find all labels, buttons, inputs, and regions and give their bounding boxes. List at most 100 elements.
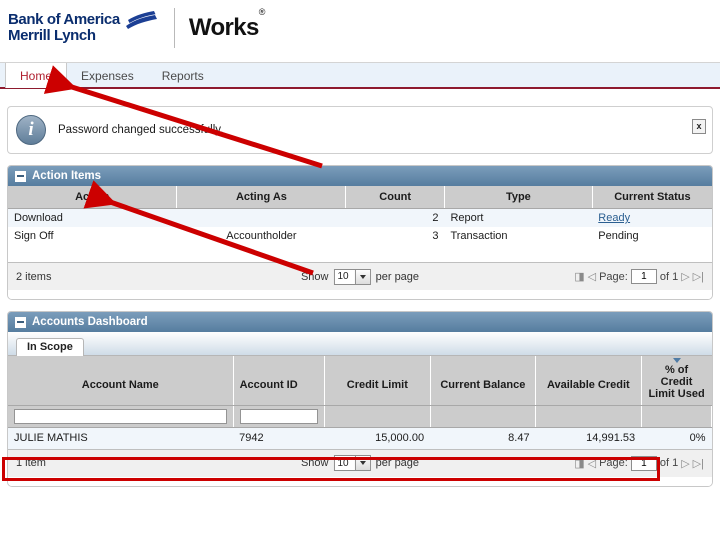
chevron-down-icon[interactable] xyxy=(354,269,370,284)
action-items-pager: ◨ ◁ Page: of 1 ▷ ▷| xyxy=(574,269,704,284)
column-header-action[interactable]: Action xyxy=(8,186,178,209)
cell-current-balance: 8.47 xyxy=(430,427,536,449)
minus-icon[interactable] xyxy=(15,316,26,328)
accounts-header-row: Account Name Account ID Credit Limit Cur… xyxy=(8,356,712,406)
accounts-dashboard-panel: Accounts Dashboard In Scope Account Name… xyxy=(7,311,713,487)
per-page-label: per page xyxy=(375,270,420,283)
tab-in-scope[interactable]: In Scope xyxy=(16,338,84,356)
last-page-icon[interactable]: ▷| xyxy=(693,457,704,470)
cell-action: Sign Off xyxy=(8,227,177,245)
accounts-dashboard-title: Accounts Dashboard xyxy=(32,316,148,328)
accounts-dashboard-header[interactable]: Accounts Dashboard xyxy=(8,312,712,332)
cell-available-credit: 14,991.53 xyxy=(535,427,642,449)
table-filler-row xyxy=(8,245,712,262)
column-header-account-name[interactable]: Account Name xyxy=(8,356,234,406)
next-page-icon[interactable]: ▷ xyxy=(681,457,689,470)
info-icon: i xyxy=(16,115,46,145)
column-header-acting-as[interactable]: Acting As xyxy=(176,186,347,209)
content-area: i Password changed successfully. x Actio… xyxy=(0,89,720,487)
table-row[interactable]: JULIE MATHIS 7942 15,000.00 8.47 14,991.… xyxy=(8,427,712,449)
filter-cell-pct-limit-used xyxy=(641,405,712,428)
cell-acting-as xyxy=(176,208,346,227)
nav-tab-home[interactable]: Home xyxy=(5,63,68,88)
table-row[interactable]: Sign Off Accountholder 3 Transaction Pen… xyxy=(8,227,712,245)
action-items-footer: 2 items Show 10 per page ◨ ◁ Page: of 1 … xyxy=(8,262,712,290)
accounts-filter-row xyxy=(8,405,712,428)
nav-tab-reports[interactable]: Reports xyxy=(148,63,218,88)
cell-pct-limit-used: 0% xyxy=(641,427,712,449)
table-row[interactable]: Download 2 Report Ready xyxy=(8,208,712,227)
action-items-count: 2 items xyxy=(16,270,52,283)
filter-cell-account-name xyxy=(8,405,234,428)
action-items-title: Action Items xyxy=(32,170,102,182)
next-page-icon[interactable]: ▷ xyxy=(681,270,689,283)
cell-type: Transaction xyxy=(444,227,593,245)
first-page-icon[interactable]: ◨ xyxy=(574,457,584,470)
main-navigation: Home Expenses Reports xyxy=(0,62,720,89)
account-name-filter-input[interactable] xyxy=(14,409,227,424)
masthead: Bank of America Merrill Lynch Works® xyxy=(0,0,720,62)
column-header-credit-limit[interactable]: Credit Limit xyxy=(324,356,431,406)
filter-cell-credit-limit xyxy=(324,405,431,428)
prev-page-icon[interactable]: ◁ xyxy=(588,270,596,283)
page-label: Page: xyxy=(599,270,628,283)
accounts-per-page: Show 10 per page xyxy=(301,455,419,471)
action-items-header[interactable]: Action Items xyxy=(8,166,712,186)
column-header-account-id[interactable]: Account ID xyxy=(233,356,326,406)
show-label: Show xyxy=(300,270,329,283)
account-id-filter-input[interactable] xyxy=(239,409,319,424)
column-header-available-credit[interactable]: Available Credit xyxy=(535,356,642,406)
action-items-panel: Action Items Action Acting As Count Type… xyxy=(7,165,713,300)
page-total-label: of 1 xyxy=(659,270,679,283)
brand-logo: Bank of America Merrill Lynch Works® xyxy=(8,0,720,48)
action-items-table: Action Acting As Count Type Current Stat… xyxy=(8,186,712,262)
pct-limit-used-label: % of Credit Limit Used xyxy=(648,364,705,400)
cell-acting-as: Accountholder xyxy=(176,227,346,245)
cell-count: 3 xyxy=(345,227,445,245)
last-page-icon[interactable]: ▷| xyxy=(693,270,704,283)
accounts-dashboard-footer: 1 item Show 10 per page ◨ ◁ Page: of 1 ▷ xyxy=(8,448,712,477)
bank-of-america-logo: Bank of America Merrill Lynch xyxy=(8,11,158,44)
action-items-per-page: Show 10 per page xyxy=(300,268,420,285)
prev-page-icon[interactable]: ◁ xyxy=(588,457,596,470)
accounts-scope-tabstrip: In Scope xyxy=(8,332,712,356)
sort-descending-icon xyxy=(672,358,681,363)
per-page-value: 10 xyxy=(337,457,349,469)
works-product-name: Works® xyxy=(189,7,266,42)
notification-message: Password changed successfully. xyxy=(58,124,224,136)
column-header-count[interactable]: Count xyxy=(345,186,445,209)
notification-banner: i Password changed successfully. x xyxy=(7,106,713,154)
column-header-current-status[interactable]: Current Status xyxy=(592,186,712,209)
accounts-items-count: 1 item xyxy=(16,457,46,469)
table-empty-space xyxy=(8,245,712,262)
minus-icon[interactable] xyxy=(15,170,26,182)
filter-cell-current-balance xyxy=(430,405,537,428)
action-items-header-row: Action Acting As Count Type Current Stat… xyxy=(8,186,712,209)
per-page-select[interactable]: 10 xyxy=(333,268,371,285)
column-header-type[interactable]: Type xyxy=(444,186,593,209)
panel-bottom-fill xyxy=(8,476,712,486)
accounts-dashboard-table: Account Name Account ID Credit Limit Cur… xyxy=(8,356,712,449)
chevron-down-icon[interactable] xyxy=(354,456,370,470)
close-icon[interactable]: x xyxy=(692,119,706,134)
works-registered-mark: ® xyxy=(258,7,266,17)
bank-name-line-2: Merrill Lynch xyxy=(8,27,96,44)
page-total-label: of 1 xyxy=(659,457,679,469)
column-header-current-balance[interactable]: Current Balance xyxy=(430,356,537,406)
per-page-select[interactable]: 10 xyxy=(333,455,371,471)
page-number-input[interactable] xyxy=(630,455,657,471)
bofa-flag-icon xyxy=(124,11,158,38)
nav-tab-expenses[interactable]: Expenses xyxy=(67,63,148,88)
page-number-input[interactable] xyxy=(630,269,657,284)
status-link-ready[interactable]: Ready xyxy=(598,212,630,224)
cell-account-name: JULIE MATHIS xyxy=(8,427,234,449)
page-root: Bank of America Merrill Lynch Works® Hom… xyxy=(0,0,720,540)
cell-action: Download xyxy=(8,208,177,227)
cell-current-status: Pending xyxy=(592,227,712,245)
first-page-icon[interactable]: ◨ xyxy=(574,270,584,283)
page-label: Page: xyxy=(599,457,628,469)
cell-current-status: Ready xyxy=(592,208,712,227)
column-header-pct-credit-limit-used[interactable]: % of Credit Limit Used xyxy=(641,356,712,406)
bank-name-line-1: Bank of America xyxy=(8,11,120,28)
cell-account-id: 7942 xyxy=(233,427,325,449)
